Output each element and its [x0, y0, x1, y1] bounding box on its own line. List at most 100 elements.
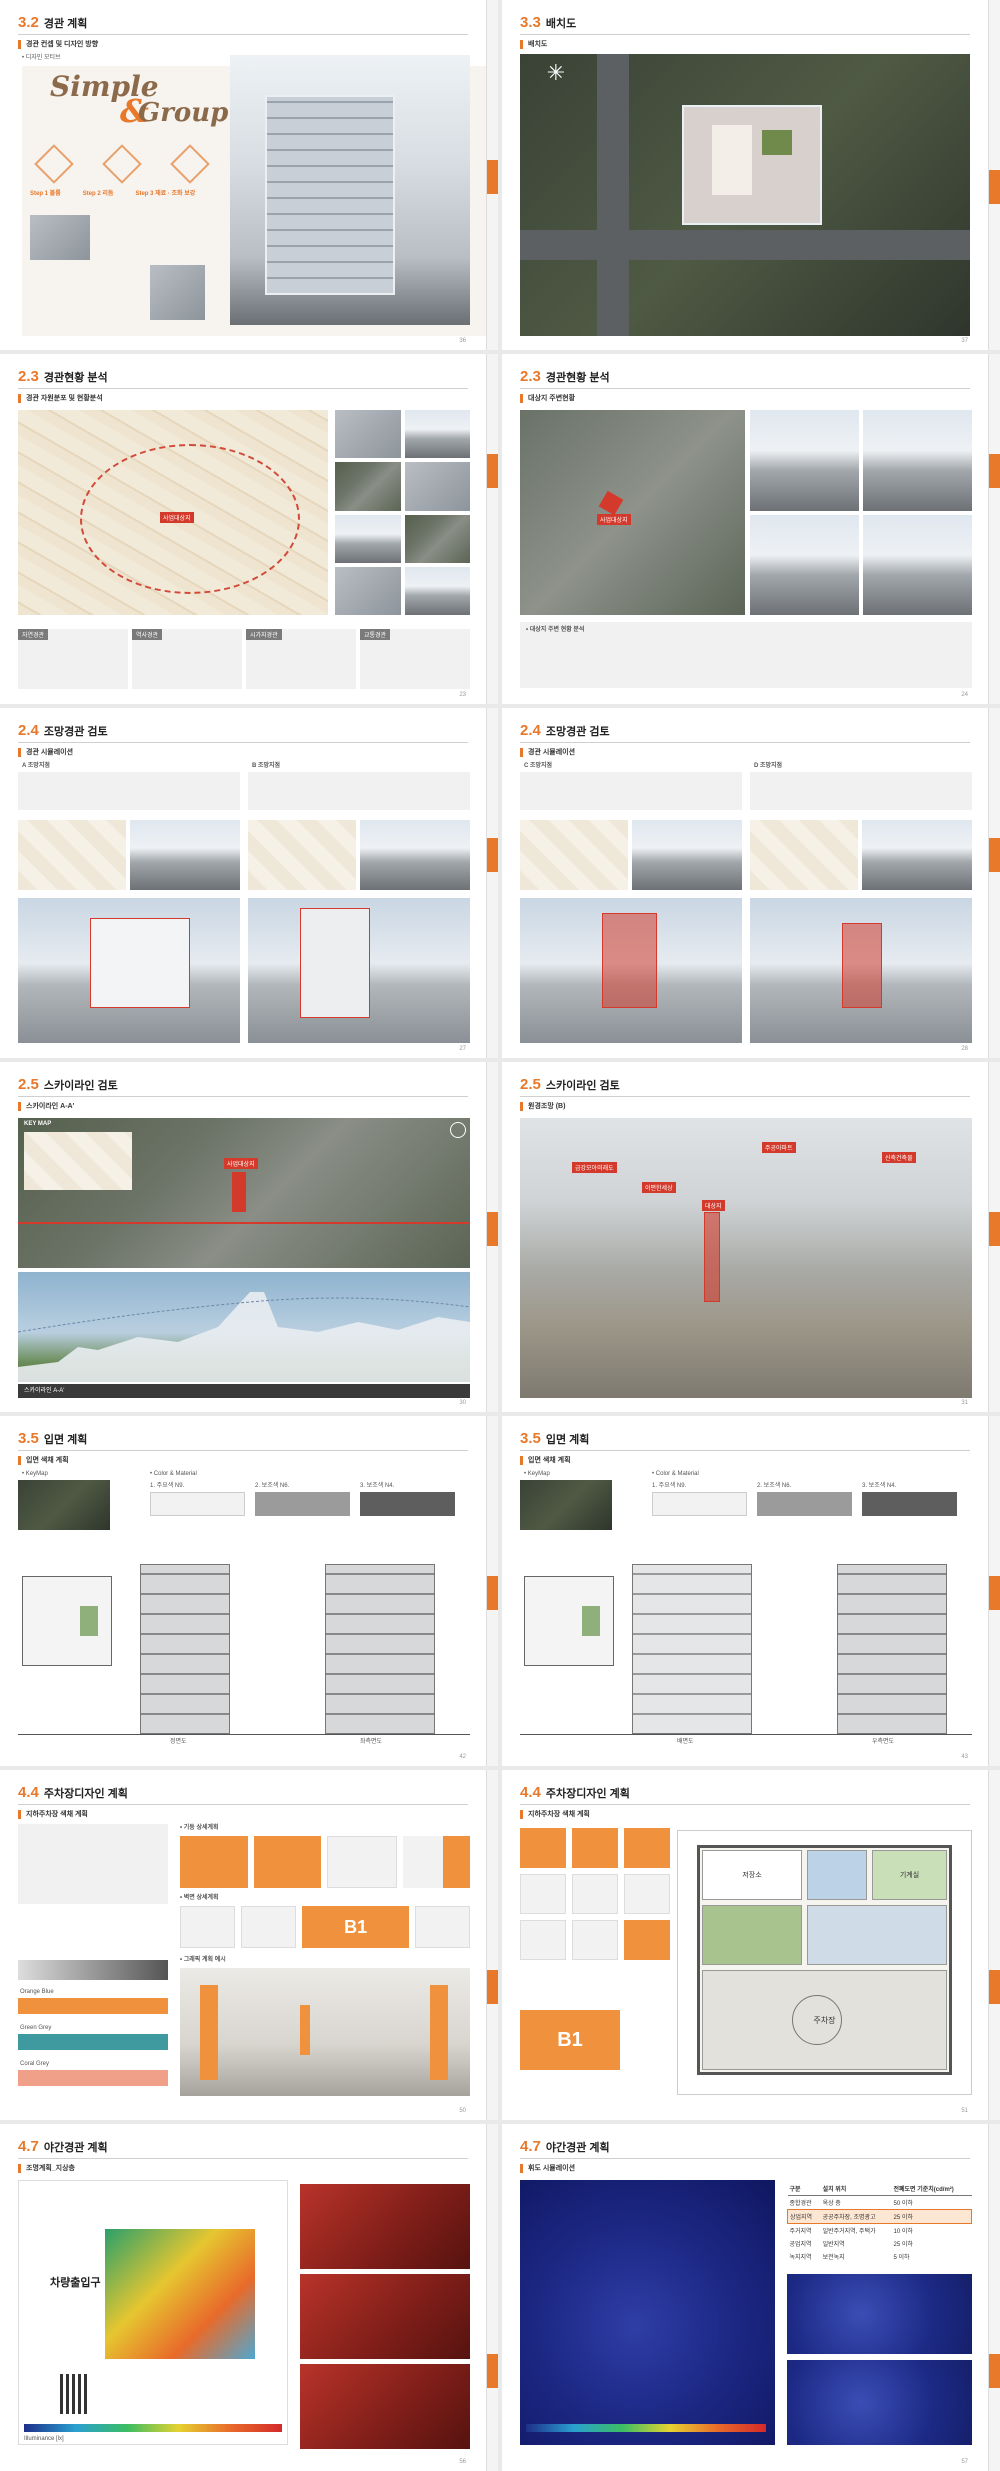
key-map	[750, 820, 858, 890]
step-2-label: Step 2 리듬	[82, 191, 114, 197]
subsection-title: 입면 색채 계획	[18, 1456, 69, 1465]
render-3d	[300, 2274, 470, 2359]
street-photo	[863, 514, 972, 615]
swatch-n6	[255, 1492, 350, 1516]
table-row: 상업지역 공공주차장, 조명광고 25 이하	[787, 2209, 972, 2224]
view-table	[248, 772, 470, 810]
section-number: 3.5	[18, 1430, 39, 1447]
box-heading: 자연경관	[18, 629, 49, 640]
page-number: 27	[459, 1046, 466, 1052]
color-row-label: Green Grey	[20, 2025, 52, 2031]
elevation-label: 배면도	[677, 1739, 694, 1745]
page-3-2: 3.2 경관 계획 경관 컨셉 및 디자인 방향 • 디자인 모티브 Simple…	[0, 0, 498, 350]
site-label: 사업대상지	[160, 512, 194, 523]
landmark-tag: 신축건축물	[882, 1152, 916, 1163]
section-number: 2.5	[520, 1076, 541, 1093]
section-title: 경관현황 분석	[43, 372, 108, 384]
swatch-label: 2. 보조색 N6.	[255, 1483, 290, 1489]
swatch-label: 1. 주요색 N9.	[652, 1483, 687, 1489]
section-title: 주차장디자인 계획	[545, 1788, 630, 1800]
illuminance-map	[105, 2229, 255, 2359]
step-3-label: Step 3 재료 · 조화 보강	[135, 191, 196, 197]
concept-word-3: Group	[138, 98, 229, 128]
luminance-render	[520, 2180, 775, 2445]
section-title: 배치도	[545, 18, 577, 30]
page-3-3: 3.3 배치도 배치도 ✳ 37	[502, 0, 1000, 350]
view-label: D 조망지점	[754, 763, 783, 769]
swatch-label: 3. 보조색 N4.	[360, 1483, 395, 1489]
ground-line	[18, 1734, 470, 1735]
render-3d	[300, 2364, 470, 2449]
street-photo	[863, 410, 972, 511]
page-4-7-b: 4.7 야간경관 계획 휘도 시뮬레이션 구분 설치 위치 전폐도면 기준치(cd…	[502, 2124, 1000, 2471]
landmark-tag: 이편한세상	[642, 1182, 676, 1193]
subsection-title: 경관 시뮬레이션	[520, 748, 575, 757]
ramp-circle	[792, 1995, 842, 2045]
column-sample	[520, 1874, 566, 1914]
section-title: 야간경관 계획	[545, 2142, 610, 2154]
room-mechanical: 기계실	[872, 1850, 947, 1900]
orange-column	[200, 1985, 218, 2080]
resource-photo	[404, 410, 470, 459]
section-title: 입면 계획	[545, 1434, 590, 1446]
proposed-building-overlay	[602, 913, 657, 1008]
landmark-tag: 주공아파트	[762, 1142, 796, 1153]
site-plan-diagram	[22, 1576, 112, 1666]
render-3d	[300, 2184, 470, 2269]
subsection-title: 배치도	[520, 40, 547, 49]
step-1-label: Step 1 볼륨	[30, 191, 61, 197]
swatch-n9	[150, 1492, 245, 1516]
section-number: 4.7	[520, 2138, 541, 2155]
side-tab	[486, 2124, 498, 2471]
wall-sample	[414, 1906, 471, 1948]
elevation-front	[140, 1564, 230, 1734]
section-line	[18, 1222, 470, 1224]
page-number: 51	[961, 2108, 968, 2114]
plan-green	[582, 1606, 600, 1636]
subsection-title: 원경조망 (B)	[520, 1102, 565, 1111]
page-2-5-a: 2.5 스카이라인 검토 스카이라인 A-A' KEY MAP 사업대상지 스카이…	[0, 1062, 498, 1412]
section-number: 4.7	[18, 2138, 39, 2155]
step-3-icon	[170, 144, 210, 184]
view-label: B 조망지점	[252, 763, 281, 769]
proposed-building-overlay	[90, 918, 190, 1008]
box-heading: 시가지경관	[246, 629, 282, 640]
view-table	[750, 772, 972, 810]
thumbnail-2	[150, 265, 205, 320]
section-title: 경관 계획	[43, 18, 88, 30]
wall-sample	[624, 1920, 670, 1960]
page-2-4-b: 2.4 조망경관 검토 경관 시뮬레이션 C 조망지점 D 조망지점 28	[502, 708, 1000, 1058]
color-row-label: Coral Grey	[20, 2061, 50, 2067]
color-row-label: Orange Blue	[20, 1989, 54, 1995]
table-row: 주거지역 일반주거지역, 주택가 10 이하	[789, 2229, 913, 2235]
entry-label: 차량출입구	[50, 2277, 101, 2289]
wall-sample	[520, 1920, 566, 1960]
page-number: 37	[961, 338, 968, 344]
section-number: 2.5	[18, 1076, 39, 1093]
key-map	[520, 820, 628, 890]
swatch-n6	[757, 1492, 852, 1516]
page-2-3-a: 2.3 경관현황 분석 경관 자원분포 및 현황분석 사업대상지 자연경관 역사경…	[0, 354, 498, 704]
room-storage: 저장소	[702, 1850, 802, 1900]
table-row: 녹지지역 보전녹지 5 이하	[789, 2255, 910, 2261]
section-number: 2.4	[520, 722, 541, 739]
surroundings-aerial	[520, 410, 745, 615]
section-title: 스카이라인 검토	[545, 1080, 620, 1092]
luminance-render-small	[787, 2360, 972, 2445]
side-tab	[988, 708, 1000, 1058]
page-number: 36	[459, 338, 466, 344]
north-arrow-icon: ✳	[546, 60, 566, 85]
wall-sample	[241, 1906, 297, 1948]
page-2-4-a: 2.4 조망경관 검토 경관 시뮬레이션 A 조망지점 B 조망지점 27	[0, 708, 498, 1058]
elevation-right	[837, 1564, 947, 1734]
side-tab	[988, 1416, 1000, 1766]
section-title: 경관현황 분석	[545, 372, 610, 384]
section-title: 야간경관 계획	[43, 2142, 108, 2154]
subsection-title: 경관 시뮬레이션	[18, 748, 73, 757]
section-title: 입면 계획	[43, 1434, 88, 1446]
section-number: 2.3	[520, 368, 541, 385]
sub-heading: • 그래픽 계획 예시	[180, 1957, 226, 1963]
subsection-title: 경관 컨셉 및 디자인 방향	[18, 40, 98, 49]
subsection-title: 휘도 시뮬레이션	[520, 2164, 575, 2173]
swatch-n4	[862, 1492, 957, 1516]
